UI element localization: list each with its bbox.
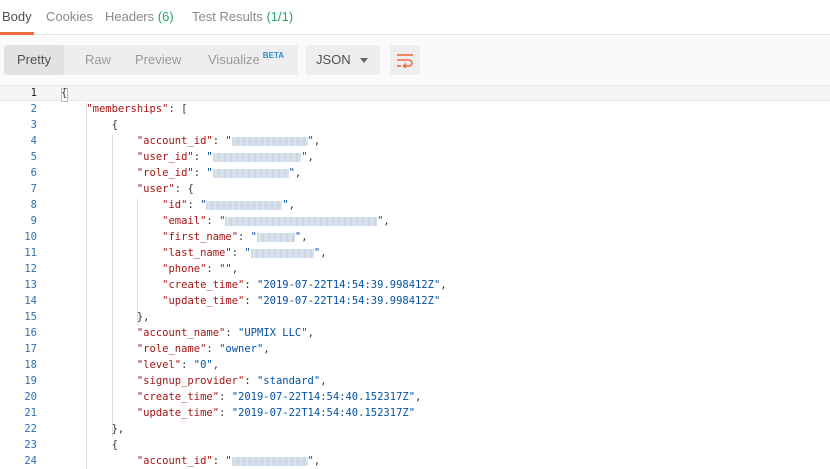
code-text: "update_time": "2019-07-22T14:54:39.9984… bbox=[162, 295, 441, 307]
code-line: 2 "memberships": [ bbox=[0, 101, 830, 117]
code-text: "first_name": " ", bbox=[162, 231, 308, 243]
code-text: "id": " ", bbox=[162, 199, 295, 211]
code-line: 11 "last_name": " ", bbox=[0, 245, 830, 261]
code-text: "account_name": "UPMIX LLC", bbox=[136, 327, 314, 339]
response-tabs: Body Cookies Headers (6) Test Results (1… bbox=[0, 0, 830, 35]
code-line: 5 "user_id": " ", bbox=[0, 149, 830, 165]
code-text: "create_time": "2019-07-22T14:54:39.9984… bbox=[162, 279, 447, 291]
chevron-down-icon bbox=[360, 58, 368, 63]
line-number: 19 bbox=[24, 375, 37, 387]
code-text: "role_id": " ", bbox=[136, 167, 302, 179]
line-number: 24 bbox=[24, 455, 37, 467]
code-text: "role_name": "owner", bbox=[136, 343, 270, 355]
tab-test-results-label: Test Results bbox=[192, 9, 263, 24]
tab-headers-count: (6) bbox=[157, 9, 174, 24]
code-text: { bbox=[61, 119, 118, 131]
tab-test-results[interactable]: Test Results (1/1) bbox=[192, 0, 293, 34]
response-toolbar: Pretty Raw Preview Visualize BETA JSON bbox=[0, 35, 830, 85]
code-line: 21 "update_time": "2019-07-22T14:54:40.1… bbox=[0, 405, 830, 421]
wrap-lines-icon bbox=[397, 54, 413, 68]
code-line: 24 "account_id": " ", bbox=[0, 453, 830, 469]
code-line: 7 "user": { bbox=[0, 181, 830, 197]
line-number: 1 bbox=[30, 87, 37, 99]
line-number: 13 bbox=[24, 279, 37, 291]
line-number: 14 bbox=[24, 295, 37, 307]
code-line: 23 { bbox=[0, 437, 830, 453]
code-line: 6 "role_id": " ", bbox=[0, 165, 830, 181]
code-line: 17 "role_name": "owner", bbox=[0, 341, 830, 357]
line-number: 11 bbox=[24, 247, 37, 259]
code-text: "user": { bbox=[136, 183, 194, 195]
beta-badge: BETA bbox=[262, 51, 284, 60]
code-text: "user_id": " ", bbox=[136, 151, 314, 163]
code-line: 4 "account_id": " ", bbox=[0, 133, 830, 149]
line-number: 16 bbox=[24, 327, 37, 339]
line-number: 6 bbox=[30, 167, 37, 179]
json-editor[interactable]: 1{2 "memberships": [3 {4 "account_id": "… bbox=[0, 85, 830, 469]
line-number: 4 bbox=[30, 135, 37, 147]
format-dropdown-label: JSON bbox=[316, 52, 351, 67]
line-number: 9 bbox=[30, 215, 37, 227]
visualize-button[interactable]: Visualize BETA bbox=[208, 45, 284, 75]
line-number: 12 bbox=[24, 263, 37, 275]
raw-button[interactable]: Raw bbox=[85, 45, 111, 75]
code-line: 16 "account_name": "UPMIX LLC", bbox=[0, 325, 830, 341]
code-line: 13 "create_time": "2019-07-22T14:54:39.9… bbox=[0, 277, 830, 293]
code-line: 18 "level": "0", bbox=[0, 357, 830, 373]
line-number: 23 bbox=[24, 439, 37, 451]
line-number: 7 bbox=[30, 183, 37, 195]
code-text: "email": " ", bbox=[162, 215, 390, 227]
line-number: 8 bbox=[30, 199, 37, 211]
code-text: "memberships": [ bbox=[86, 103, 188, 115]
line-number: 2 bbox=[30, 103, 37, 115]
tab-headers[interactable]: Headers (6) bbox=[105, 0, 174, 34]
preview-button[interactable]: Preview bbox=[135, 45, 181, 75]
code-text: "phone": "", bbox=[162, 263, 239, 275]
tab-cookies-label: Cookies bbox=[46, 9, 93, 24]
view-mode-selector: Pretty Raw Preview Visualize BETA bbox=[4, 45, 298, 75]
line-number: 18 bbox=[24, 359, 37, 371]
code-line: 19 "signup_provider": "standard", bbox=[0, 373, 830, 389]
line-number: 17 bbox=[24, 343, 37, 355]
code-line: 14 "update_time": "2019-07-22T14:54:39.9… bbox=[0, 293, 830, 309]
code-text: "last_name": " ", bbox=[162, 247, 327, 259]
code-text: }, bbox=[61, 423, 125, 435]
wrap-lines-button[interactable] bbox=[390, 45, 420, 75]
code-line: 3 { bbox=[0, 117, 830, 133]
code-text: "account_id": " ", bbox=[136, 455, 321, 467]
line-number: 5 bbox=[30, 151, 37, 163]
format-dropdown[interactable]: JSON bbox=[306, 45, 380, 75]
code-line: 15 }, bbox=[0, 309, 830, 325]
code-line: 22 }, bbox=[0, 421, 830, 437]
code-line: 8 "id": " ", bbox=[0, 197, 830, 213]
tab-cookies[interactable]: Cookies bbox=[46, 0, 93, 34]
tab-body-label: Body bbox=[2, 9, 32, 24]
tab-body[interactable]: Body bbox=[0, 0, 34, 35]
code-line: 12 "phone": "", bbox=[0, 261, 830, 277]
pretty-button[interactable]: Pretty bbox=[4, 45, 64, 75]
code-text: "level": "0", bbox=[136, 359, 220, 371]
code-line: 1{ bbox=[0, 85, 830, 102]
visualize-label: Visualize bbox=[208, 52, 260, 67]
line-number: 3 bbox=[30, 119, 37, 131]
line-number: 20 bbox=[24, 391, 37, 403]
line-number: 22 bbox=[24, 423, 37, 435]
line-number: 15 bbox=[24, 311, 37, 323]
code-text: "update_time": "2019-07-22T14:54:40.1523… bbox=[136, 407, 416, 419]
code-text: "account_id": " ", bbox=[136, 135, 321, 147]
code-line: 10 "first_name": " ", bbox=[0, 229, 830, 245]
line-number: 21 bbox=[24, 407, 37, 419]
code-text: }, bbox=[61, 311, 150, 323]
code-line: 9 "email": " ", bbox=[0, 213, 830, 229]
code-text: "create_time": "2019-07-22T14:54:40.1523… bbox=[136, 391, 422, 403]
line-number: 10 bbox=[24, 231, 37, 243]
tab-headers-label: Headers bbox=[105, 9, 155, 24]
code-text: { bbox=[61, 87, 68, 99]
code-text: { bbox=[61, 439, 118, 451]
tab-test-results-count: (1/1) bbox=[266, 9, 294, 24]
code-text: "signup_provider": "standard", bbox=[136, 375, 327, 387]
code-line: 20 "create_time": "2019-07-22T14:54:40.1… bbox=[0, 389, 830, 405]
